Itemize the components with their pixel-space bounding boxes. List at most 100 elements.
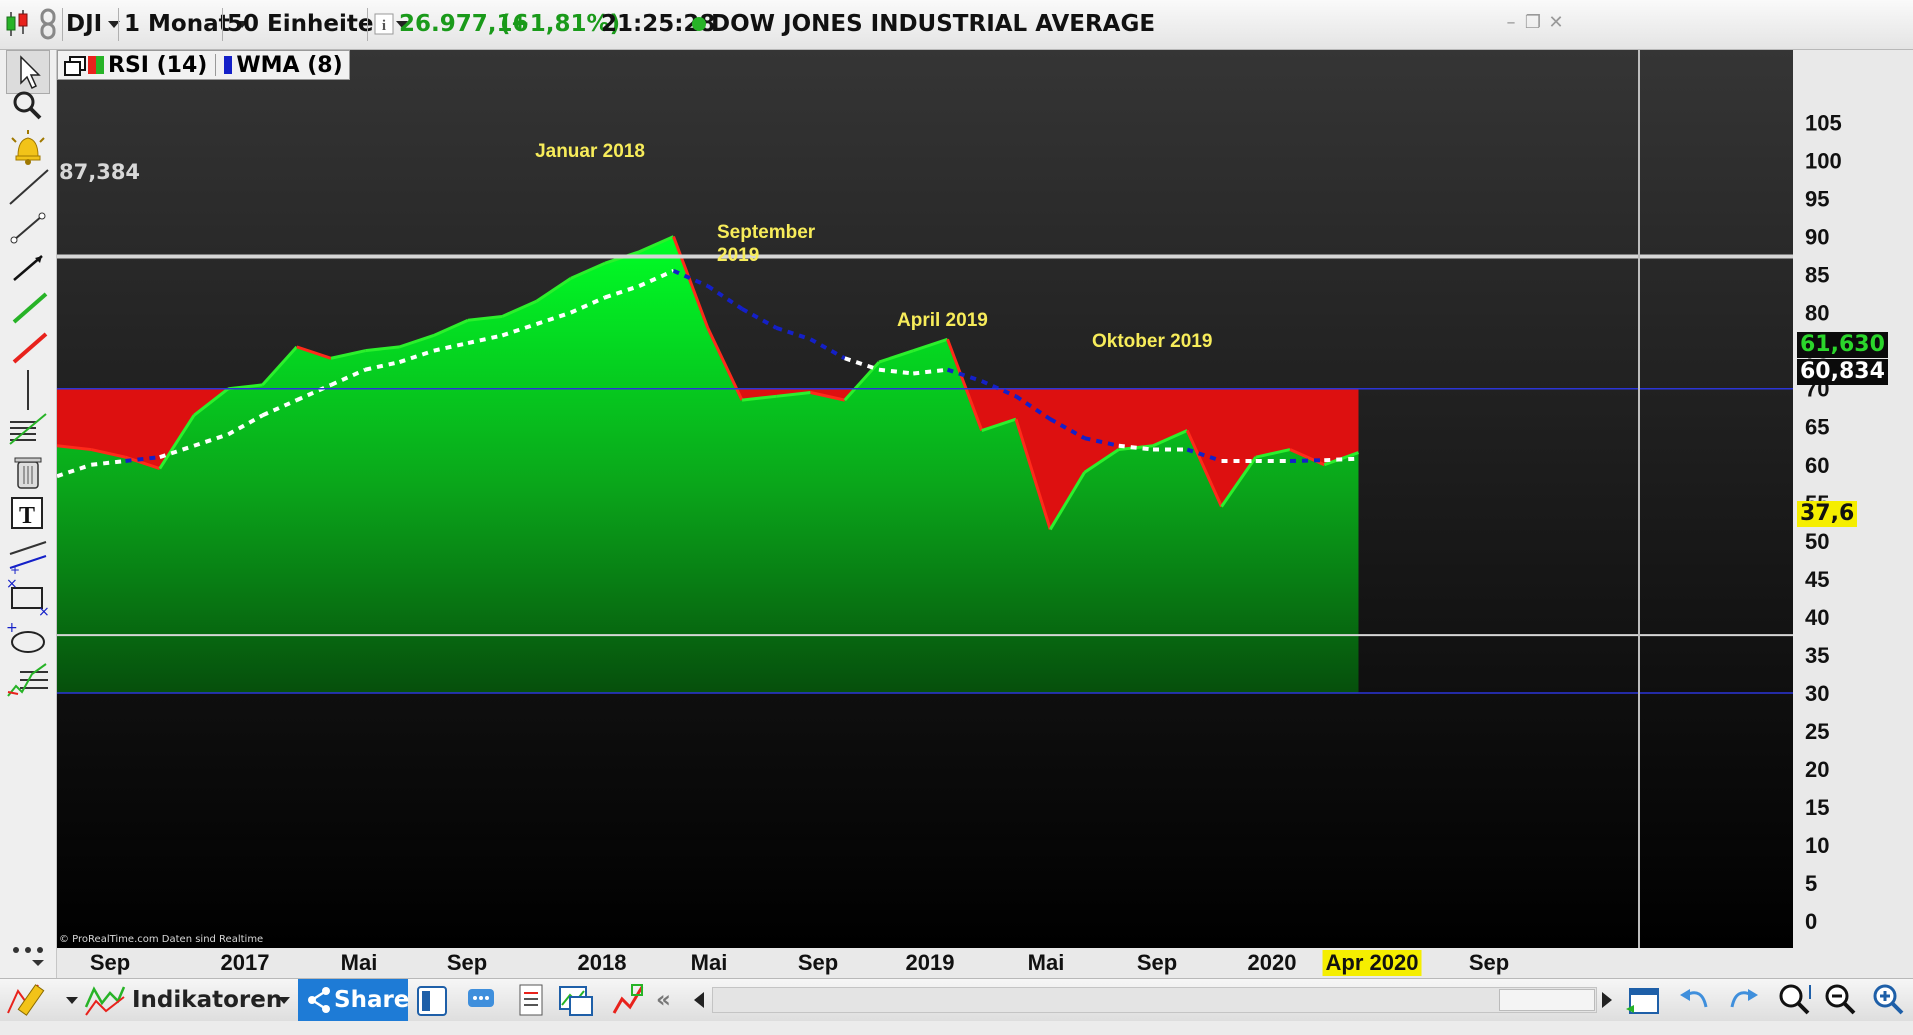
svg-text:×: × [6,576,18,592]
candlestick-icon[interactable] [4,0,30,49]
rsi-legend-label[interactable]: RSI (14) [108,53,207,78]
symbol-dropdown[interactable]: DJI [66,0,120,49]
layout-icon[interactable] [414,979,450,1021]
restore-icon[interactable]: ❐ [1524,14,1542,32]
share-label: Share [334,987,409,1013]
market-open-icon [691,0,707,49]
calendar-icon[interactable] [1624,979,1664,1021]
info-icon[interactable]: i [374,0,394,49]
trash-icon[interactable] [6,450,50,494]
backtest-icon[interactable] [610,979,646,1021]
time-axis[interactable]: Sep2017MaiSep2018MaiSep2019MaiSep2020Apr… [57,948,1913,978]
chart-annotation: Januar 2018 [535,141,645,162]
rectangle-icon[interactable]: ×× [6,576,50,620]
redo-icon[interactable] [1726,979,1762,1021]
y-tick-label: 40 [1805,605,1829,630]
indicator-legend[interactable]: RSI (14) WMA (8) [57,50,350,80]
svg-text:+: + [10,563,20,577]
alert-bell-icon[interactable] [6,126,50,170]
ellipse-icon[interactable]: + [6,618,50,662]
scroll-right-button[interactable] [1596,979,1616,1021]
indicators-button[interactable]: Indikatoren [132,979,282,1021]
link-icon[interactable] [38,0,58,49]
ray-icon[interactable] [6,246,50,290]
scrollbar-thumb[interactable] [1499,989,1595,1011]
x-tick-label: Sep [444,950,490,976]
vertical-line-icon[interactable] [6,368,50,412]
rsi-color-swatch [88,56,96,74]
zoom-out-icon[interactable] [1822,979,1858,1021]
x-tick-label: Apr 2020 [1323,950,1422,976]
cursor-price-tag: 37,6 [1797,501,1857,527]
x-tick-label: Sep [1134,950,1180,976]
y-tick-label: 30 [1805,681,1829,706]
rsi-price-tag: 61,630 [1797,332,1888,358]
chevron-down-icon[interactable] [60,979,78,1021]
window-copy-icon[interactable] [64,56,84,74]
red-line-icon[interactable] [6,326,50,370]
svg-text:i: i [382,18,386,34]
x-tick-label: Mai [338,950,381,976]
rsi-chart[interactable]: Januar 2018September2019April 2019Oktobe… [57,50,1913,948]
undo-icon[interactable] [1676,979,1712,1021]
copyright-text: © ProRealTime.com Daten sind Realtime [59,934,263,945]
zoom-in-icon[interactable] [1868,979,1908,1021]
bottom-toolbar: Indikatoren Share « [0,978,1913,1021]
y-tick-label: 60 [1805,453,1829,478]
zoom-fit-icon[interactable] [1776,979,1816,1021]
x-tick-label: 2017 [218,950,273,976]
wma-line-segment [1324,459,1358,461]
orders-icon[interactable] [512,979,548,1021]
horizontal-scrollbar[interactable] [712,987,1597,1013]
pattern-icon[interactable] [6,658,50,702]
indicators-icon[interactable] [84,979,126,1021]
y-tick-label: 20 [1805,757,1829,782]
y-tick-label: 35 [1805,643,1829,668]
share-icon [304,979,334,1021]
trendline-icon[interactable] [6,166,50,210]
drawing-tools-panel: T + ×× + [0,50,57,978]
zoom-tool-icon[interactable] [6,84,50,128]
pencil-icon[interactable] [6,979,52,1021]
chat-icon[interactable] [464,979,500,1021]
scroll-start-button[interactable]: « [656,979,671,1021]
wma-color-swatch [224,56,232,74]
scroll-left-button[interactable] [690,979,710,1021]
text-tool-icon[interactable]: T [6,492,50,536]
instrument-name: DOW JONES INDUSTRIAL AVERAGE [711,0,1155,49]
y-tick-label: 105 [1805,110,1842,135]
fibonacci-icon[interactable] [6,408,50,452]
wma-price-tag: 60,834 [1797,359,1888,385]
y-tick-label: 10 [1805,833,1829,858]
y-tick-label: 25 [1805,719,1829,744]
svg-text:+: + [6,620,18,636]
rsi-color-swatch-green [96,56,104,74]
chart-annotation: April 2019 [897,310,988,331]
y-tick-label: 50 [1805,529,1829,554]
chevron-down-icon[interactable] [272,979,290,1021]
wma-legend-label[interactable]: WMA (8) [236,53,342,78]
green-line-icon[interactable] [6,286,50,330]
segment-icon[interactable] [6,206,50,250]
close-icon[interactable]: ✕ [1547,14,1565,32]
x-tick-label: Mai [1025,950,1068,976]
y-tick-label: 90 [1805,225,1829,250]
rsi-chart-canvas[interactable]: Januar 2018September2019April 2019Oktobe… [57,50,1913,948]
compare-chart-icon[interactable] [556,979,596,1021]
x-tick-label: 2019 [903,950,958,976]
minimize-icon[interactable]: – [1502,14,1520,32]
y-tick-label: 45 [1805,567,1829,592]
y-tick-label: 65 [1805,415,1829,440]
horizontal-level-label: 87,384 [59,160,140,184]
units-label: 50 Einheiten [227,11,390,37]
y-tick-label: 15 [1805,795,1829,820]
chart-annotation: Oktober 2019 [1092,331,1212,352]
more-tools-icon[interactable] [6,936,50,980]
y-tick-label: 5 [1805,871,1817,896]
svg-text:T: T [19,503,35,529]
x-tick-label: Sep [87,950,133,976]
wma-line-segment [1290,460,1324,461]
channel-icon[interactable]: + [6,534,50,578]
x-tick-label: 2020 [1245,950,1300,976]
share-button[interactable]: Share [298,979,408,1021]
